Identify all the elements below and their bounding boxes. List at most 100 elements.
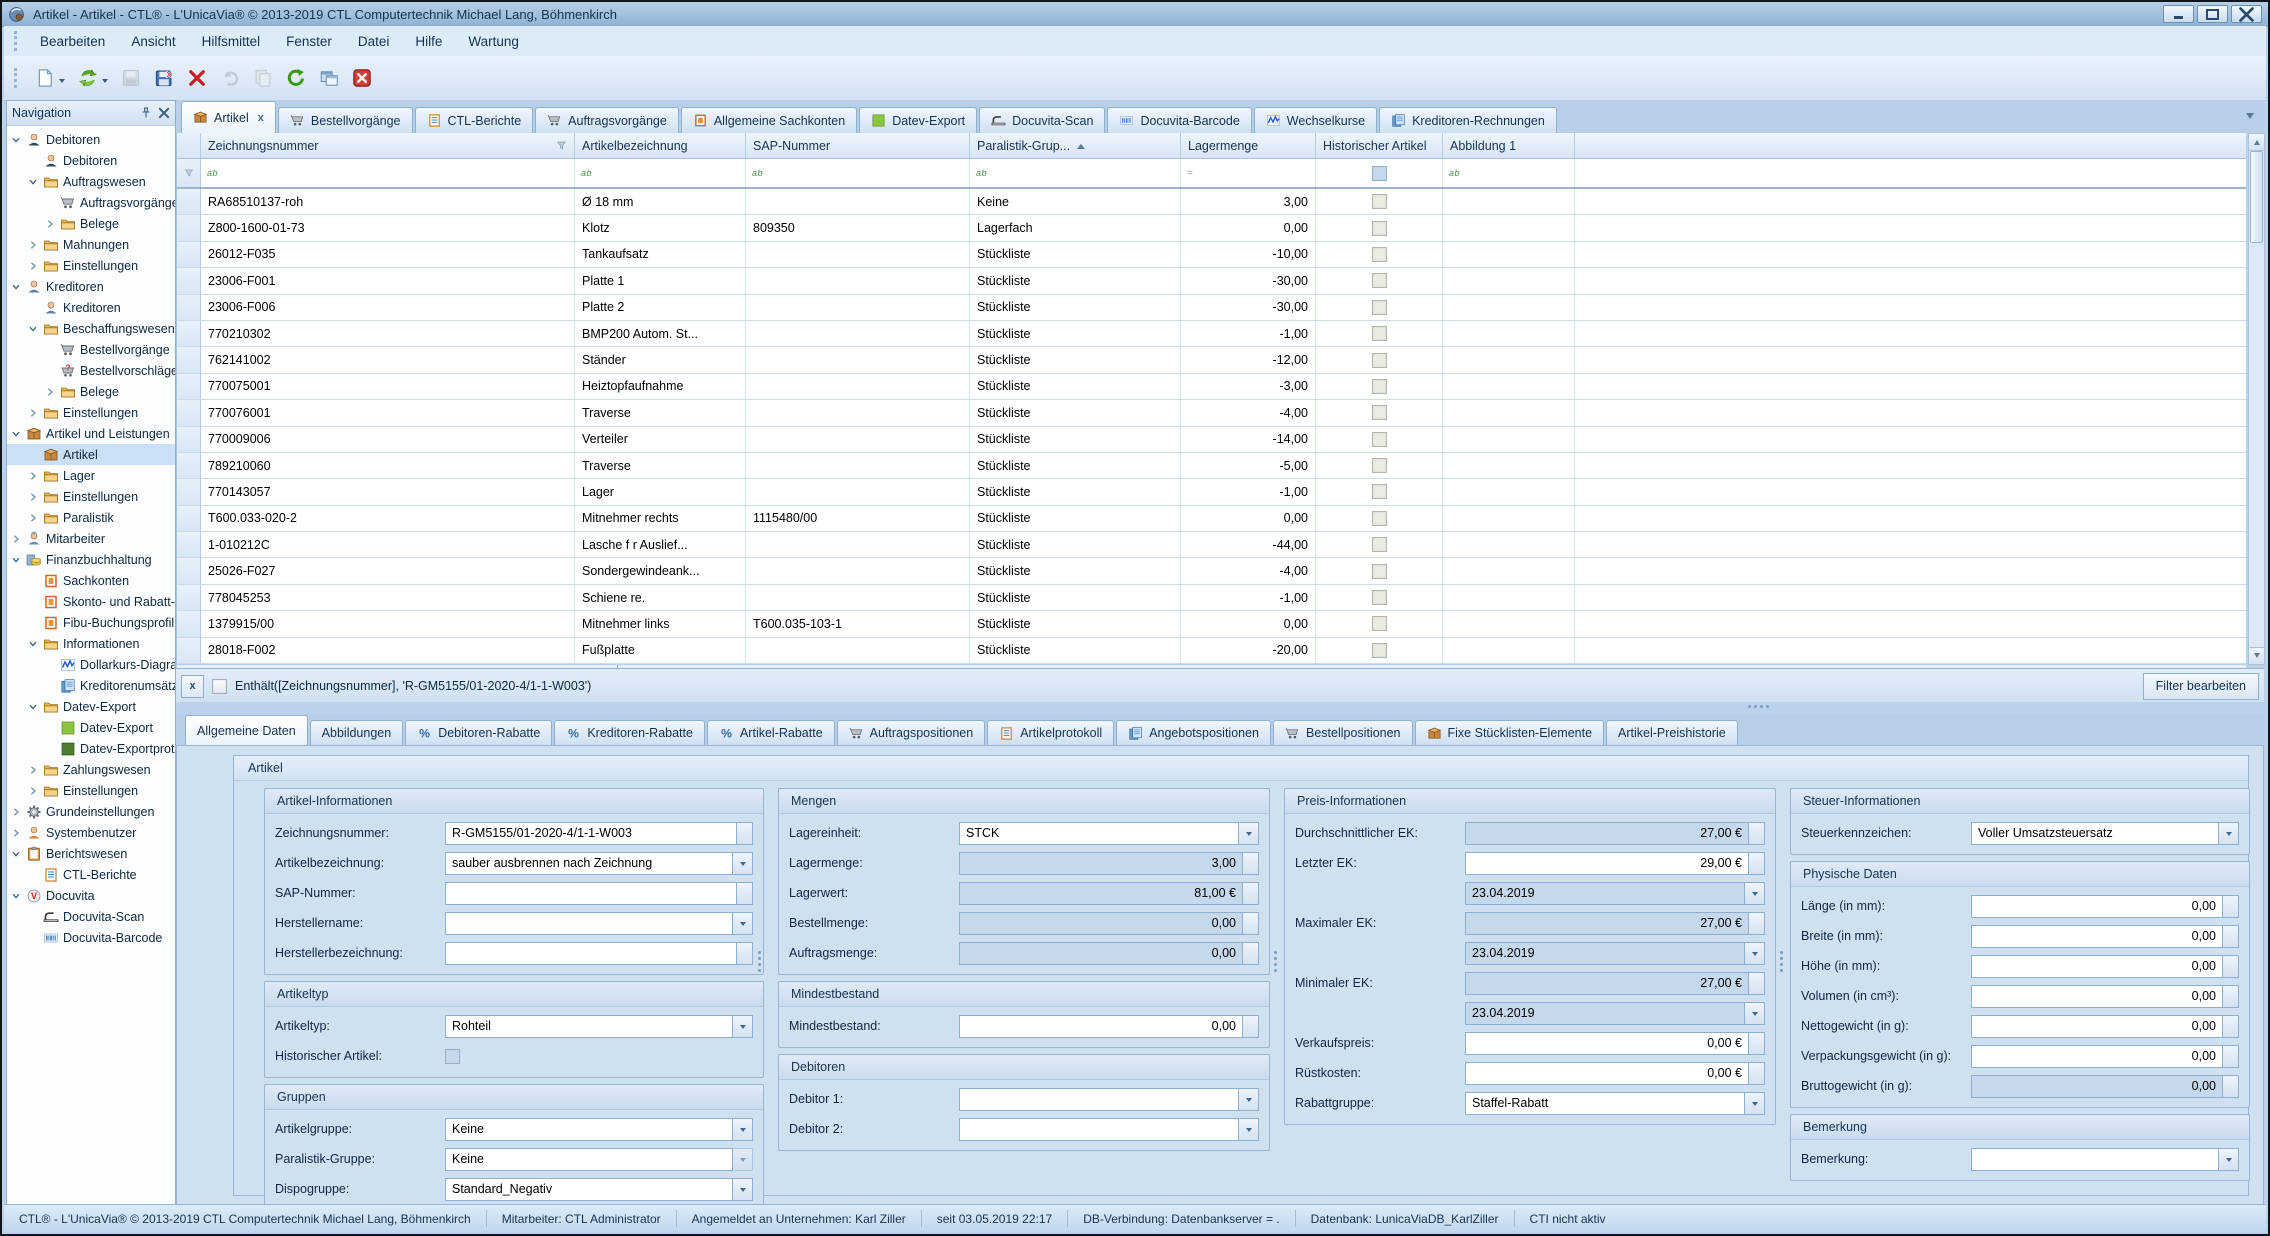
dropdown-button[interactable] [733,1178,753,1201]
toolbar-new-button[interactable] [30,62,70,94]
input-dispogruppe[interactable]: Standard_Negativ [445,1178,733,1201]
row-checkbox[interactable] [1372,221,1387,236]
menu-item-hilfe[interactable]: Hilfe [402,29,455,54]
nav-item-fibu-buchungsprofil[interactable]: Fibu-Buchungsprofil [7,612,175,633]
collapse-icon[interactable] [28,701,39,712]
maximize-button[interactable] [2197,5,2228,23]
filter-close-button[interactable]: x [181,675,204,698]
menu-item-datei[interactable]: Datei [345,29,403,54]
tab-docuvita-scan[interactable]: Docuvita-Scan [979,107,1105,133]
row-checkbox[interactable] [1372,537,1387,552]
row-checkbox[interactable] [1372,247,1387,262]
input-minimaler-ek[interactable]: 27,00 € [1465,972,1749,995]
column-header-abbildung-1[interactable]: Abbildung 1 [1443,133,1575,158]
nav-item-datev-export[interactable]: Datev-Export [7,696,175,717]
spin-side-button[interactable] [1243,1015,1259,1038]
nav-item-systembenutzer[interactable]: Systembenutzer [7,822,175,843]
menu-item-ansicht[interactable]: Ansicht [118,29,188,54]
scroll-down-button[interactable] [2249,647,2264,664]
filter-cell-sap-nummer[interactable]: ab [746,159,970,187]
input-verkaufspreis[interactable]: 0,00 € [1465,1032,1749,1055]
input-sap-nummer[interactable] [445,882,737,905]
spin-side-button[interactable] [2223,1015,2239,1038]
nav-item-mahnungen[interactable]: Mahnungen [7,234,175,255]
filter-cell-lagermenge[interactable]: = [1181,159,1316,187]
input-date[interactable]: 23.04.2019 [1465,942,1745,965]
detail-tab-fixe-st-cklisten-elemente[interactable]: Fixe Stücklisten-Elemente [1415,720,1605,745]
nav-item-bestellvorg-nge[interactable]: Bestellvorgänge [7,339,175,360]
edit-filter-button[interactable]: Filter bearbeiten [2143,673,2259,700]
nav-item-artikel-und-leistungen[interactable]: Artikel und Leistungen [7,423,175,444]
column-header-zeichnungsnummer[interactable]: Zeichnungsnummer [201,133,575,158]
nav-item-kreditorenums-tze[interactable]: Kreditorenumsätze [7,675,175,696]
historischer-artikel-checkbox[interactable] [445,1049,460,1064]
column-header-lagermenge[interactable]: Lagermenge [1181,133,1316,158]
tab-overflow-dropdown-icon[interactable] [2246,113,2254,123]
column-header-paralistik-grup[interactable]: Paralistik-Grup... [970,133,1181,158]
grid-row[interactable]: 25026-F027Sondergewindeank...Stückliste-… [177,558,2246,584]
row-checkbox[interactable] [1372,326,1387,341]
detail-tab-auftragspositionen[interactable]: Auftragspositionen [837,720,986,745]
nav-item-grundeinstellungen[interactable]: Grundeinstellungen [7,801,175,822]
expand-icon[interactable] [28,764,39,775]
collapse-icon[interactable] [11,134,22,145]
nav-item-informationen[interactable]: Informationen [7,633,175,654]
grid-row[interactable]: 770143057LagerStückliste-1,00 [177,479,2246,505]
grid-row[interactable]: Z800-1600-01-73Klotz809350Lagerfach0,00 [177,215,2246,241]
nav-item-kreditoren[interactable]: Kreditoren [7,297,175,318]
filter-cell-paralistik-grup[interactable]: ab [970,159,1181,187]
column-header-historischer-artikel[interactable]: Historischer Artikel [1316,133,1443,158]
input-artikeltyp[interactable]: Rohteil [445,1015,733,1038]
dropdown-button[interactable] [1239,1118,1259,1141]
nav-item-paralistik[interactable]: Paralistik [7,507,175,528]
tab-auftragsvorg-nge[interactable]: Auftragsvorgänge [535,107,679,133]
expand-icon[interactable] [28,491,39,502]
collapse-icon[interactable] [28,323,39,334]
dropdown-button[interactable] [1745,1002,1765,1025]
row-checkbox[interactable] [1372,432,1387,447]
scrollbar-thumb[interactable] [2250,151,2263,243]
toolbar-new-window-button[interactable] [314,62,344,94]
expand-icon[interactable] [28,470,39,481]
row-checkbox[interactable] [1372,194,1387,209]
input-r-stkosten[interactable]: 0,00 € [1465,1062,1749,1085]
spin-side-button[interactable] [1749,912,1765,935]
tab-close-icon[interactable]: x [258,112,264,124]
nav-item-debitoren[interactable]: Debitoren [7,150,175,171]
row-checkbox[interactable] [1372,353,1387,368]
row-checkbox[interactable] [1372,643,1387,658]
tab-bestellvorg-nge[interactable]: Bestellvorgänge [278,107,413,133]
dropdown-button[interactable] [1239,1088,1259,1111]
grid-row[interactable]: 770210302BMP200 Autom. St...Stückliste-1… [177,321,2246,347]
input-paralistik-gruppe[interactable]: Keine [445,1148,733,1171]
input-volumen-in-cm[interactable]: 0,00 [1971,985,2223,1008]
spin-side-button[interactable] [1749,972,1765,995]
nav-item-datev-export[interactable]: Datev-Export [7,717,175,738]
expand-icon[interactable] [11,806,22,817]
column-splitter-icon[interactable] [1274,951,1278,972]
collapse-icon[interactable] [11,281,22,292]
nav-item-datev-exportprotokoll[interactable]: Datev-Exportprotokoll [7,738,175,759]
tab-allgemeine-sachkonten[interactable]: Allgemeine Sachkonten [681,107,857,133]
toolbar-actions-button[interactable] [73,62,113,94]
input-date[interactable]: 23.04.2019 [1465,1002,1745,1025]
dropdown-button[interactable] [2219,1148,2239,1171]
grid-row[interactable]: 28018-F002FußplatteStückliste-20,00 [177,638,2246,664]
row-checkbox[interactable] [1372,458,1387,473]
filter-icon[interactable] [556,140,567,151]
input-rabattgruppe[interactable]: Staffel-Rabatt [1465,1092,1745,1115]
input-auftragsmenge[interactable]: 0,00 [959,942,1243,965]
input-nettogewicht-in-g[interactable]: 0,00 [1971,1015,2223,1038]
input-lagermenge[interactable]: 3,00 [959,852,1243,875]
dropdown-button[interactable] [1745,882,1765,905]
menu-item-wartung[interactable]: Wartung [455,29,532,54]
menu-item-hilfsmittel[interactable]: Hilfsmittel [189,29,274,54]
input-letzter-ek[interactable]: 29,00 € [1465,852,1749,875]
grid-row[interactable]: 778045253Schiene re.Stückliste-1,00 [177,585,2246,611]
nav-item-debitoren[interactable]: Debitoren [7,129,175,150]
detail-tab-debitoren-rabatte[interactable]: %Debitoren-Rabatte [405,720,552,745]
nav-item-docuvita[interactable]: VDocuvita [7,885,175,906]
column-header-sap-nummer[interactable]: SAP-Nummer [746,133,970,158]
collapse-icon[interactable] [11,890,22,901]
grid-row[interactable]: 770075001HeiztopfaufnahmeStückliste-3,00 [177,374,2246,400]
